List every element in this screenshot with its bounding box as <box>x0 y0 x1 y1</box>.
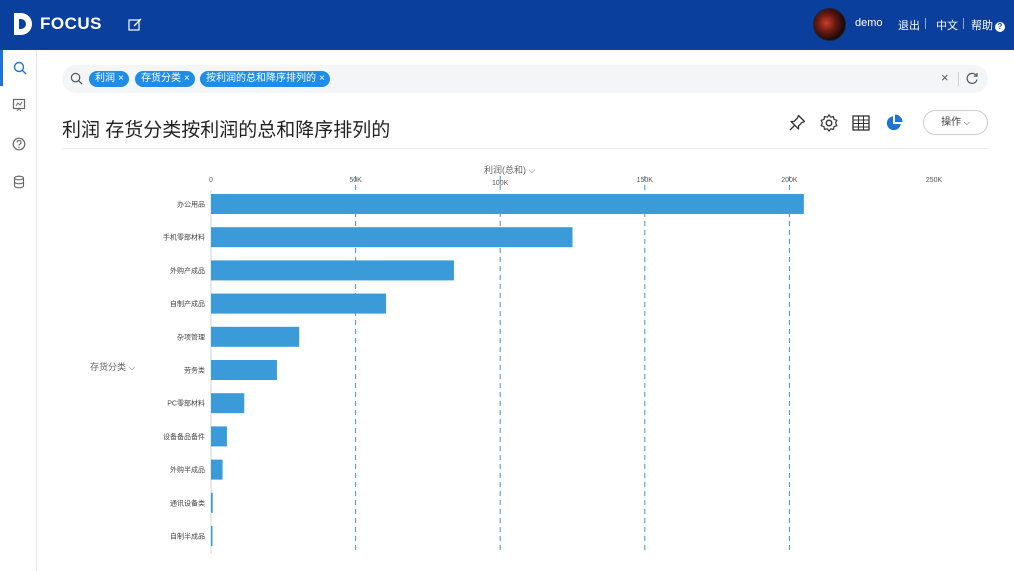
category-label: 自制产成品 <box>170 299 205 308</box>
bar[interactable] <box>211 393 245 414</box>
bar[interactable] <box>211 459 223 480</box>
pie-chart-icon[interactable] <box>884 113 904 133</box>
bar[interactable] <box>211 492 213 513</box>
category-label: 杂项管理 <box>177 332 205 341</box>
search-icon <box>70 72 83 85</box>
gear-icon[interactable] <box>819 113 839 133</box>
sidebar-item-pinboard[interactable] <box>0 87 37 123</box>
category-label: 办公用品 <box>177 200 205 209</box>
token-label: 按利润的总和降序排列的 <box>206 73 316 84</box>
top-separator <box>925 18 926 29</box>
search-icon <box>13 61 27 75</box>
category-label: 自制半成品 <box>170 532 205 541</box>
search-token[interactable]: 存货分类 × <box>135 71 195 87</box>
x-tick-label: 150K <box>637 177 654 184</box>
bar[interactable] <box>211 426 227 447</box>
page-title: 利润 存货分类按利润的总和降序排列的 <box>62 120 391 141</box>
operate-label: 操作 <box>941 117 962 128</box>
bar[interactable] <box>211 194 804 214</box>
category-label: 通讯设备类 <box>170 498 205 507</box>
clear-search-icon[interactable]: × <box>941 70 949 85</box>
search-token[interactable]: 按利润的总和降序排列的 × <box>200 71 330 87</box>
bar[interactable] <box>211 260 454 281</box>
bar[interactable] <box>211 526 213 546</box>
bar[interactable] <box>211 293 386 314</box>
bar[interactable] <box>211 326 300 347</box>
help-link[interactable]: 帮助? <box>971 17 1005 33</box>
top-separator <box>963 18 964 29</box>
category-label: 外购半成品 <box>170 465 205 474</box>
remove-token-icon[interactable]: × <box>184 73 190 84</box>
language-link[interactable]: 中文 <box>936 17 958 33</box>
bar-chart: 0 50K 100K 150K 200K 250K 办公用品手机零部材料外购产成品自制产成品… <box>163 176 943 554</box>
logo[interactable]: FOCUS <box>12 11 102 37</box>
operate-dropdown-button[interactable]: 操作 ⌵ <box>923 110 988 135</box>
x-tick-label: 200K <box>781 177 798 184</box>
sidebar-item-search[interactable] <box>0 50 37 86</box>
edit-icon[interactable] <box>126 16 144 34</box>
x-tick-label: 0 <box>209 177 213 184</box>
remove-token-icon[interactable]: × <box>319 73 325 84</box>
x-tick-label: 250K <box>926 177 943 184</box>
token-label: 利润 <box>95 73 115 84</box>
help-label: 帮助 <box>971 20 993 32</box>
focus-logo-icon <box>14 13 32 35</box>
logout-link[interactable]: 退出 <box>898 17 920 33</box>
x-tick-label: 100K <box>492 180 509 187</box>
avatar[interactable] <box>813 8 846 41</box>
chevron-down-icon: ⌵ <box>963 118 970 127</box>
user-name[interactable]: demo <box>855 17 883 29</box>
help-circle-icon: ? <box>995 22 1005 32</box>
bar[interactable] <box>211 360 277 380</box>
search-token[interactable]: 利润 × <box>89 71 129 87</box>
category-label: 外购产成品 <box>170 266 205 275</box>
refresh-icon[interactable] <box>965 71 979 85</box>
search-separator <box>958 72 959 86</box>
category-label: PC零部材料 <box>167 399 205 408</box>
token-label: 存货分类 <box>141 73 181 84</box>
category-label: 劳务类 <box>184 366 205 375</box>
search-bar[interactable]: 利润 × 存货分类 × 按利润的总和降序排列的 × × <box>62 65 988 93</box>
logo-text: FOCUS <box>40 14 102 33</box>
top-bar: FOCUS demo 退出 中文 帮助? <box>0 0 1014 50</box>
divider <box>62 148 988 149</box>
x-tick-label: 50K <box>349 177 362 184</box>
category-label: 设备备品备件 <box>163 432 205 441</box>
help-icon <box>12 137 25 151</box>
pin-board-icon <box>12 98 25 112</box>
pin-icon[interactable] <box>787 113 807 133</box>
table-icon[interactable] <box>851 113 871 133</box>
remove-token-icon[interactable]: × <box>118 73 124 84</box>
category-label: 手机零部材料 <box>163 233 205 242</box>
bar[interactable] <box>211 227 573 248</box>
